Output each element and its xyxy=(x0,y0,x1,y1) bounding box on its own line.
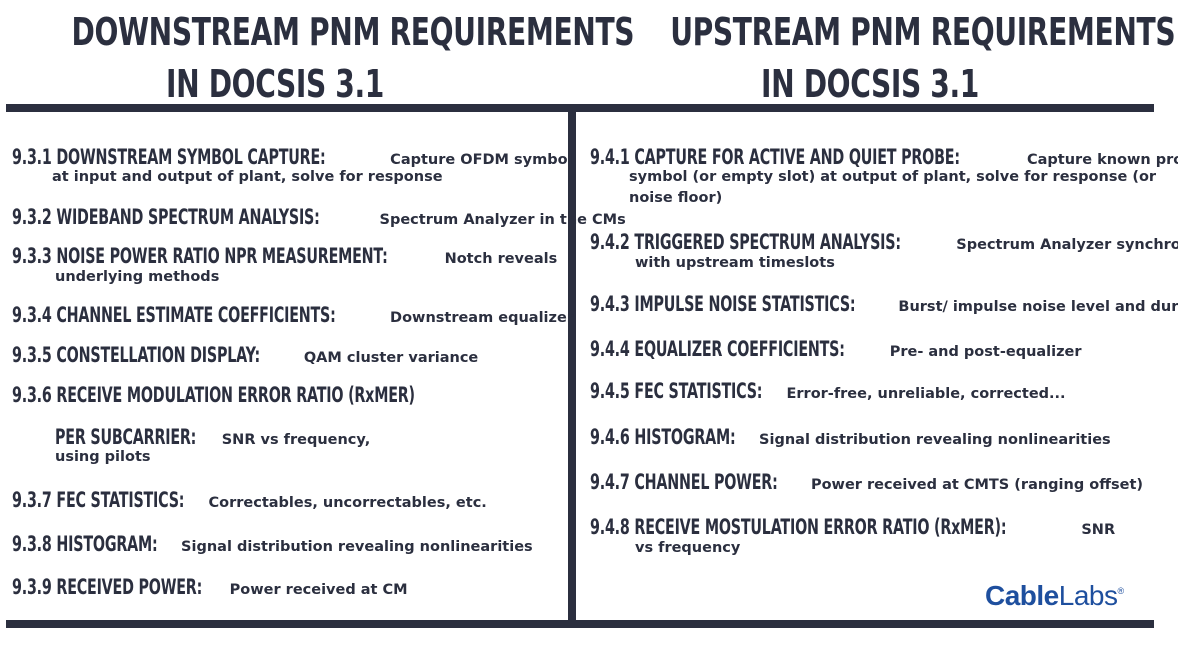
item-description: Capture known probe xyxy=(1026,152,1178,168)
downstream-item-npr-measurement: 9.3.3 NOISE POWER RATIO NPR MEASUREMENT:… xyxy=(12,245,557,269)
item-description: Spectrum Analyzer in the CMs xyxy=(379,212,626,228)
item-description: Signal distribution revealing nonlineari… xyxy=(759,432,1111,448)
downstream-item-channel-estimate: 9.3.4 CHANNEL ESTIMATE COEFFICIENTS: Dow… xyxy=(12,304,574,328)
item-heading: 9.3.3 NOISE POWER RATIO NPR MEASUREMENT: xyxy=(12,244,388,268)
upstream-item-fec-statistics: 9.4.5 FEC STATISTICS: Error-free, unreli… xyxy=(590,380,1066,404)
item-heading: 9.4.5 FEC STATISTICS: xyxy=(590,379,763,403)
item-description: QAM cluster variance xyxy=(303,350,479,366)
item-heading: 9.3.4 CHANNEL ESTIMATE COEFFICIENTS: xyxy=(12,303,336,327)
upstream-item-equalizer: 9.4.4 EQUALIZER COEFFICIENTS: Pre- and p… xyxy=(590,338,1082,362)
upstream-title: UPSTREAM PNM REQUIREMENTS IN DOCSIS 3.1 xyxy=(670,6,1176,110)
logo-cable-text: Cable xyxy=(985,580,1059,611)
downstream-item-fec-statistics: 9.3.7 FEC STATISTICS: Correctables, unco… xyxy=(12,489,487,513)
upstream-item-rxmer-continued: vs frequency xyxy=(635,540,741,556)
upstream-title-line-1: UPSTREAM PNM REQUIREMENTS xyxy=(670,10,1176,54)
downstream-item-constellation: 9.3.5 CONSTELLATION DISPLAY: QAM cluster… xyxy=(12,344,478,368)
downstream-item-histogram: 9.3.8 HISTOGRAM: Signal distribution rev… xyxy=(12,533,533,557)
downstream-item-rxmer: 9.3.6 RECEIVE MODULATION ERROR RATIO (Rx… xyxy=(12,384,604,406)
item-heading: 9.3.6 RECEIVE MODULATION ERROR RATIO (Rx… xyxy=(12,383,415,407)
downstream-item-wideband-spectrum: 9.3.2 WIDEBAND SPECTRUM ANALYSIS: Spectr… xyxy=(12,206,626,230)
item-description: Correctables, uncorrectables, etc. xyxy=(208,495,487,511)
item-heading: 9.4.4 EQUALIZER COEFFICIENTS: xyxy=(590,337,845,361)
downstream-item-per-subcarrier-continued: using pilots xyxy=(55,449,151,465)
item-description: Notch reveals xyxy=(444,251,558,267)
item-heading: 9.4.2 TRIGGERED SPECTRUM ANALYSIS: xyxy=(590,230,901,254)
item-heading: 9.4.7 CHANNEL POWER: xyxy=(590,470,778,494)
item-heading: 9.3.1 DOWNSTREAM SYMBOL CAPTURE: xyxy=(12,145,326,169)
item-description: Power received at CMTS (ranging offset) xyxy=(810,477,1144,493)
logo-registered-mark: ® xyxy=(1117,586,1124,596)
center-divider-rule xyxy=(568,112,576,622)
item-heading: 9.3.9 RECEIVED POWER: xyxy=(12,575,203,599)
item-heading: 9.3.2 WIDEBAND SPECTRUM ANALYSIS: xyxy=(12,205,320,229)
upstream-item-probe-capture-continued-1: symbol (or empty slot) at output of plan… xyxy=(629,169,1157,185)
upstream-item-impulse-noise: 9.4.3 IMPULSE NOISE STATISTICS: Burst/ i… xyxy=(590,293,1178,317)
upstream-item-channel-power: 9.4.7 CHANNEL POWER: Power received at C… xyxy=(590,471,1143,495)
downstream-title: DOWNSTREAM PNM REQUIREMENTS IN DOCSIS 3.… xyxy=(71,6,635,110)
logo-labs-text: Labs xyxy=(1058,580,1118,611)
downstream-title-line-1: DOWNSTREAM PNM REQUIREMENTS xyxy=(71,10,635,54)
item-description: Power received at CM xyxy=(229,582,408,598)
item-heading: 9.4.3 IMPULSE NOISE STATISTICS: xyxy=(590,292,856,316)
item-description: Signal distribution revealing nonlineari… xyxy=(181,539,533,555)
upstream-item-histogram: 9.4.6 HISTOGRAM: Signal distribution rev… xyxy=(590,426,1111,450)
upstream-title-line-2: IN DOCSIS 3.1 xyxy=(761,62,979,106)
item-heading: 9.3.7 FEC STATISTICS: xyxy=(12,488,185,512)
cablelabs-logo: CableLabs® xyxy=(985,580,1124,612)
item-heading: 9.4.8 RECEIVE MOSTULATION ERROR RATIO (R… xyxy=(590,515,1007,539)
upstream-item-probe-capture-continued-2: noise floor) xyxy=(629,190,723,206)
downstream-item-received-power: 9.3.9 RECEIVED POWER: Power received at … xyxy=(12,576,408,600)
item-heading: 9.3.8 HISTOGRAM: xyxy=(12,532,158,556)
upstream-item-triggered-spectrum: 9.4.2 TRIGGERED SPECTRUM ANALYSIS: Spect… xyxy=(590,231,1178,255)
item-description: Downstream equalizer xyxy=(390,310,574,326)
downstream-title-line-2: IN DOCSIS 3.1 xyxy=(166,62,384,106)
item-description: Spectrum Analyzer synchronized xyxy=(956,237,1178,253)
item-description: Capture OFDM symbol xyxy=(390,152,573,168)
item-description: Error-free, unreliable, corrected... xyxy=(786,386,1066,402)
item-description: SNR xyxy=(1081,522,1116,538)
bottom-divider-rule xyxy=(6,620,1154,628)
item-description: SNR vs frequency, xyxy=(221,432,371,448)
item-heading: 9.4.1 CAPTURE FOR ACTIVE AND QUIET PROBE… xyxy=(590,145,960,169)
downstream-item-symbol-capture-continued: at input and output of plant, solve for … xyxy=(52,169,443,185)
item-description: Pre- and post-equalizer xyxy=(889,344,1082,360)
item-heading: PER SUBCARRIER: xyxy=(55,425,197,449)
upstream-item-rxmer: 9.4.8 RECEIVE MOSTULATION ERROR RATIO (R… xyxy=(590,516,1115,540)
item-heading: 9.4.6 HISTOGRAM: xyxy=(590,425,736,449)
upstream-item-triggered-spectrum-continued: with upstream timeslots xyxy=(635,255,835,271)
top-divider-rule xyxy=(6,104,1154,112)
downstream-item-npr-measurement-continued: underlying methods xyxy=(55,269,220,285)
item-description: Burst/ impulse noise level and duration xyxy=(898,299,1178,315)
item-heading: 9.3.5 CONSTELLATION DISPLAY: xyxy=(12,343,261,367)
